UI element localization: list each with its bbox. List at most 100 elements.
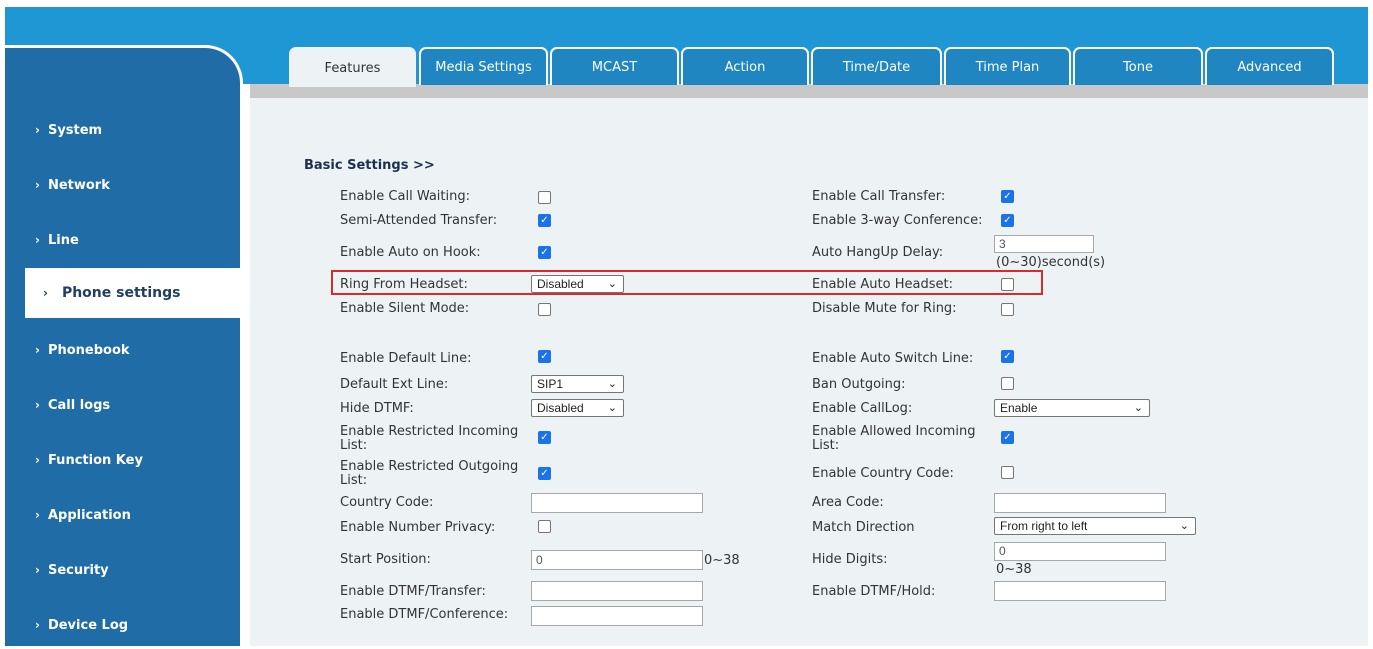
enable-default-line-checkbox[interactable]: ✓ bbox=[538, 350, 551, 363]
label-line: List: bbox=[340, 438, 368, 453]
tab-advanced[interactable]: Advanced bbox=[1205, 47, 1334, 85]
chevron-right-icon: › bbox=[35, 398, 40, 412]
label-hide-dtmf: Hide DTMF: bbox=[340, 401, 414, 416]
enable-call-waiting-checkbox[interactable] bbox=[538, 191, 551, 204]
restricted-outgoing-checkbox[interactable]: ✓ bbox=[538, 467, 551, 480]
enable-country-code-checkbox[interactable] bbox=[1001, 466, 1014, 479]
dtmf-hold-input[interactable] bbox=[994, 581, 1166, 601]
sidebar-item-application[interactable]: › Application bbox=[5, 491, 240, 539]
tab-label: Advanced bbox=[1237, 59, 1302, 75]
hide-digits-input[interactable]: 0 bbox=[994, 542, 1166, 561]
match-direction-select[interactable]: From right to left ⌄ bbox=[994, 517, 1196, 535]
hide-digits-hint: 0~38 bbox=[996, 562, 1032, 577]
label-enable-default-line: Enable Default Line: bbox=[340, 351, 472, 366]
label-line: List: bbox=[340, 473, 368, 488]
sidebar-item-system[interactable]: › System bbox=[5, 106, 240, 154]
chevron-down-icon: ⌄ bbox=[607, 378, 617, 390]
label-enable-calllog: Enable CallLog: bbox=[812, 401, 913, 416]
chevron-right-icon: › bbox=[35, 123, 40, 137]
enable-calllog-select[interactable]: Enable ⌄ bbox=[994, 399, 1150, 417]
semi-attended-transfer-checkbox[interactable]: ✓ bbox=[538, 214, 551, 227]
disable-mute-for-ring-checkbox[interactable] bbox=[1001, 303, 1014, 316]
restricted-incoming-checkbox[interactable]: ✓ bbox=[538, 431, 551, 444]
label-enable-call-transfer: Enable Call Transfer: bbox=[812, 189, 946, 204]
tab-label: Tone bbox=[1123, 59, 1153, 75]
enable-silent-mode-checkbox[interactable] bbox=[538, 303, 551, 316]
sidebar-item-network[interactable]: › Network bbox=[5, 161, 240, 209]
tab-action[interactable]: Action bbox=[681, 47, 809, 85]
select-value: Enable bbox=[1000, 401, 1038, 415]
auto-switch-line-checkbox[interactable]: ✓ bbox=[1001, 350, 1014, 363]
dtmf-conference-input[interactable] bbox=[531, 606, 703, 626]
ban-outgoing-checkbox[interactable] bbox=[1001, 377, 1014, 390]
label-area-code: Area Code: bbox=[812, 495, 884, 510]
tab-features[interactable]: Features bbox=[289, 47, 416, 87]
tab-tone[interactable]: Tone bbox=[1073, 47, 1203, 85]
sidebar-item-label: Device Log bbox=[47, 617, 129, 633]
allowed-incoming-checkbox[interactable]: ✓ bbox=[1001, 431, 1014, 444]
tab-time-date[interactable]: Time/Date bbox=[811, 47, 942, 85]
sidebar-item-function-key[interactable]: › Function Key bbox=[5, 436, 240, 484]
number-privacy-checkbox[interactable] bbox=[538, 520, 551, 533]
label-disable-mute-for-ring: Disable Mute for Ring: bbox=[812, 301, 957, 316]
sidebar-item-device-log[interactable]: › Device Log bbox=[5, 601, 240, 649]
sidebar-item-label: Security bbox=[47, 562, 109, 578]
enable-auto-on-hook-checkbox[interactable]: ✓ bbox=[538, 246, 551, 259]
label-enable-call-waiting: Enable Call Waiting: bbox=[340, 189, 470, 204]
chevron-right-icon: › bbox=[35, 508, 40, 522]
label-semi-attended-transfer: Semi-Attended Transfer: bbox=[340, 213, 498, 228]
dtmf-transfer-input[interactable] bbox=[531, 581, 703, 601]
chevron-right-icon: › bbox=[35, 178, 40, 192]
sidebar-item-label: Phonebook bbox=[47, 342, 130, 358]
chevron-right-icon: › bbox=[43, 286, 48, 300]
label-restricted-outgoing: Enable Restricted Outgoing List: bbox=[340, 460, 518, 488]
start-position-input[interactable]: 0 bbox=[531, 550, 703, 570]
three-way-conference-checkbox[interactable]: ✓ bbox=[1001, 214, 1014, 227]
tab-label: Media Settings bbox=[435, 59, 532, 75]
chevron-right-icon: › bbox=[35, 563, 40, 577]
sidebar-item-label: Function Key bbox=[47, 452, 143, 468]
label-hide-digits: Hide Digits: bbox=[812, 552, 888, 567]
label-match-direction: Match Direction bbox=[812, 520, 915, 535]
sidebar-item-phone-settings[interactable]: › Phone settings bbox=[25, 268, 248, 318]
label-start-position: Start Position: bbox=[340, 552, 431, 567]
default-ext-line-select[interactable]: SIP1 ⌄ bbox=[531, 375, 624, 393]
enable-call-transfer-checkbox[interactable]: ✓ bbox=[1001, 190, 1014, 203]
sidebar-item-label: Network bbox=[47, 177, 110, 193]
tab-label: MCAST bbox=[591, 59, 638, 75]
sidebar: › System › Network › Line › Phone settings ›… bbox=[5, 45, 248, 649]
sidebar-item-label: Line bbox=[47, 232, 79, 248]
label-line: Enable Restricted Outgoing bbox=[340, 459, 519, 474]
sidebar-item-call-logs[interactable]: › Call logs bbox=[5, 381, 240, 429]
sidebar-item-label: Application bbox=[47, 507, 131, 523]
sidebar-item-phonebook[interactable]: › Phonebook bbox=[5, 326, 240, 374]
tab-media-settings[interactable]: Media Settings bbox=[419, 47, 548, 85]
auto-hangup-delay-input[interactable]: 3 bbox=[994, 235, 1094, 253]
tab-time-plan[interactable]: Time Plan bbox=[944, 47, 1071, 85]
label-dtmf-conference: Enable DTMF/Conference: bbox=[340, 607, 509, 622]
chevron-right-icon: › bbox=[35, 618, 40, 632]
sidebar-item-line[interactable]: › Line bbox=[5, 216, 240, 264]
label-dtmf-hold: Enable DTMF/Hold: bbox=[812, 584, 936, 599]
select-value: From right to left bbox=[1000, 519, 1088, 533]
label-restricted-incoming: Enable Restricted Incoming List: bbox=[340, 425, 518, 453]
start-position-range-hint: 0~38 bbox=[704, 553, 740, 568]
label-enable-auto-on-hook: Enable Auto on Hook: bbox=[340, 245, 481, 260]
label-line: Enable Allowed Incoming bbox=[812, 424, 976, 439]
tab-label: Time/Date bbox=[842, 59, 911, 75]
auto-hangup-delay-hint: (0~30)second(s) bbox=[996, 255, 1106, 270]
tab-label: Time Plan bbox=[975, 59, 1040, 75]
label-line: Enable Restricted Incoming bbox=[340, 424, 519, 439]
chevron-down-icon: ⌄ bbox=[607, 402, 617, 414]
country-code-input[interactable] bbox=[531, 493, 703, 513]
label-auto-switch-line: Enable Auto Switch Line: bbox=[812, 351, 974, 366]
sidebar-item-security[interactable]: › Security bbox=[5, 546, 240, 594]
label-three-way-conference: Enable 3-way Conference: bbox=[812, 213, 983, 228]
label-default-ext-line: Default Ext Line: bbox=[340, 377, 449, 392]
area-code-input[interactable] bbox=[994, 493, 1166, 513]
chevron-down-icon: ⌄ bbox=[1133, 402, 1143, 414]
sidebar-item-label: Phone settings bbox=[61, 285, 181, 301]
tab-mcast[interactable]: MCAST bbox=[550, 47, 679, 85]
hide-dtmf-select[interactable]: Disabled ⌄ bbox=[531, 399, 624, 417]
chevron-right-icon: › bbox=[35, 343, 40, 357]
